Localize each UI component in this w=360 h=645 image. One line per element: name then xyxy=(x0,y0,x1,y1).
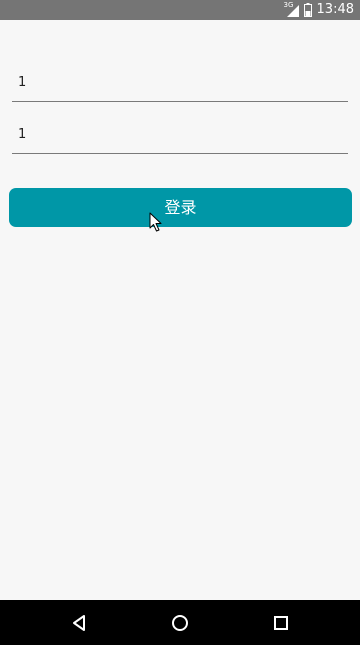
home-icon xyxy=(172,615,188,631)
status-icons: 3G 13:48 xyxy=(284,0,354,20)
status-time: 13:48 xyxy=(316,2,354,17)
username-field[interactable] xyxy=(12,65,354,102)
recent-apps-button[interactable] xyxy=(268,610,294,636)
back-icon xyxy=(73,615,85,631)
password-field[interactable] xyxy=(12,117,354,154)
back-button[interactable] xyxy=(66,610,92,636)
navigation-bar xyxy=(0,600,360,645)
mouse-pointer-icon xyxy=(149,212,162,232)
status-bar: 3G 13:48 xyxy=(0,0,360,20)
recent-apps-icon xyxy=(274,616,288,630)
username-input[interactable] xyxy=(12,65,354,99)
signal-indicator: 3G xyxy=(284,2,300,18)
password-input[interactable] xyxy=(12,117,354,151)
battery-icon xyxy=(303,3,312,17)
signal-icon xyxy=(286,5,299,17)
home-button[interactable] xyxy=(167,610,193,636)
login-button[interactable]: 登录 xyxy=(9,188,352,227)
